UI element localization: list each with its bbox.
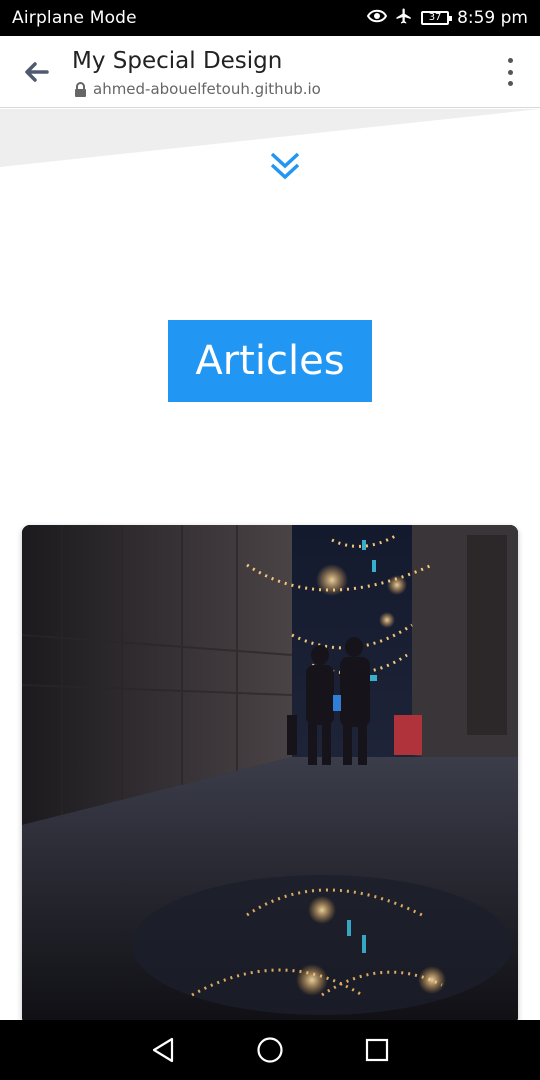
circle-home-icon: [257, 1037, 283, 1063]
dot-icon: [507, 69, 513, 75]
dot-icon: [507, 81, 513, 86]
article-image: [22, 525, 518, 1025]
double-chevron-down-icon[interactable]: [268, 150, 302, 182]
nav-recents-button[interactable]: [357, 1030, 397, 1070]
article-card[interactable]: [22, 525, 518, 1025]
lock-icon: [75, 81, 86, 97]
browser-app-bar: My Special Design ahmed-abouelfetouh.git…: [0, 36, 540, 108]
back-button[interactable]: [20, 56, 52, 88]
page-title: My Special Design: [72, 48, 283, 74]
url-text: ahmed-abouelfetouh.github.io: [93, 80, 321, 98]
clock: 8:59 pm: [457, 8, 528, 28]
status-icons: 37 8:59 pm: [366, 7, 528, 30]
square-recents-icon: [365, 1038, 388, 1062]
more-options-button[interactable]: [504, 58, 516, 86]
eye-comfort-icon: [366, 8, 388, 28]
url-bar[interactable]: ahmed-abouelfetouh.github.io: [74, 80, 321, 98]
airplane-mode-label: Airplane Mode: [12, 8, 137, 28]
nav-home-button[interactable]: [250, 1030, 290, 1070]
battery-icon: 37: [421, 11, 453, 25]
nav-back-button[interactable]: [143, 1030, 183, 1070]
dot-icon: [507, 58, 513, 63]
system-navigation-bar: [0, 1020, 540, 1080]
articles-heading: Articles: [168, 320, 372, 402]
airplane-icon: [395, 7, 413, 30]
triangle-back-icon: [153, 1037, 174, 1063]
status-bar: Airplane Mode 37 8:59 pm: [0, 0, 540, 36]
arrow-back-icon: [25, 62, 49, 82]
